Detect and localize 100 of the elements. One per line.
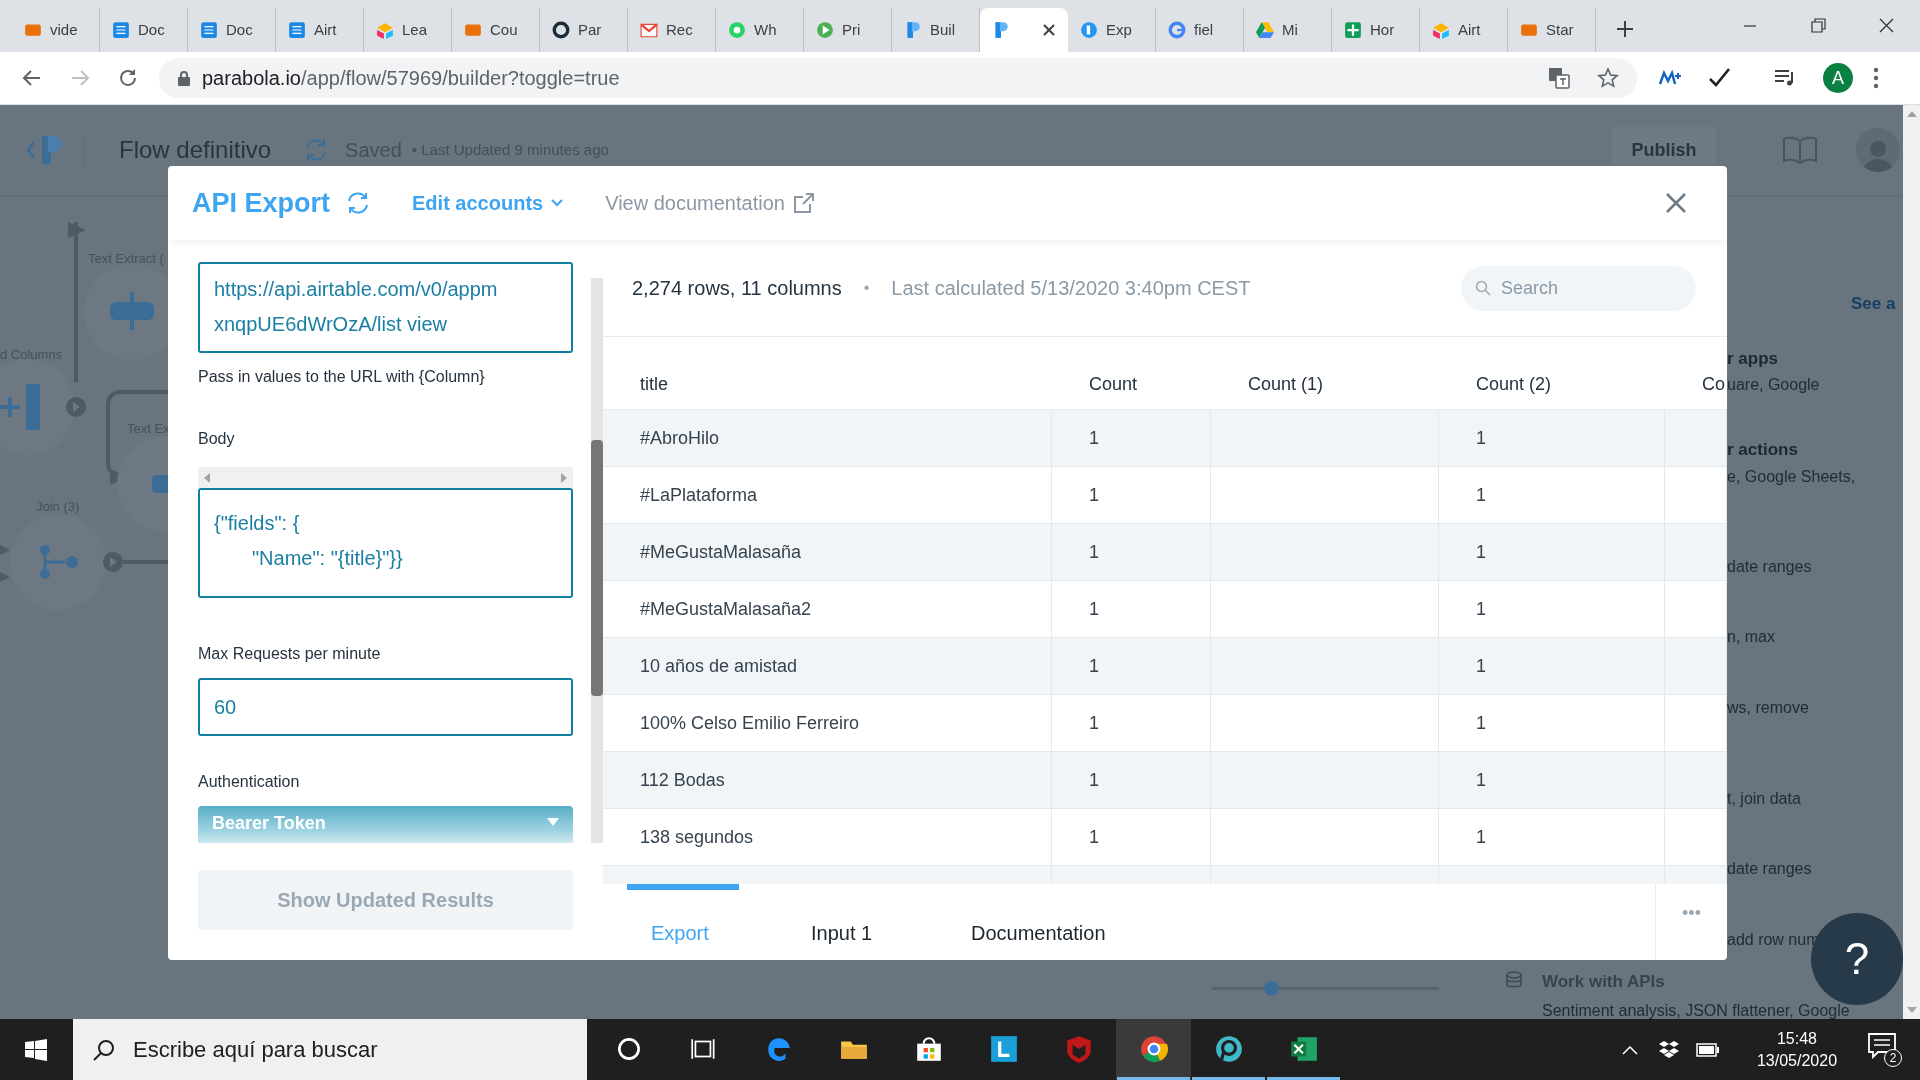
table-cell-text: 1 (1089, 540, 1099, 564)
search-field[interactable]: Search (1461, 265, 1696, 311)
table-cell-text: 112 Bodas (640, 768, 725, 792)
browser-tab[interactable] (980, 8, 1068, 52)
battery-icon[interactable] (1696, 1042, 1720, 1057)
star-icon[interactable] (1597, 67, 1619, 89)
table-cell-text: 1 (1476, 654, 1486, 678)
row-count-text: 2,274 rows, 11 columns (632, 276, 842, 301)
profile-avatar[interactable]: A (1823, 63, 1853, 93)
authentication-label: Authentication (198, 772, 301, 792)
table-cell-text: #AbroHilo (640, 426, 720, 450)
table-cell-text: 1 (1089, 426, 1099, 450)
dropbox-icon[interactable] (1658, 1039, 1680, 1060)
section-description: uare, Google (1727, 375, 1820, 395)
chevron-up-icon[interactable] (1622, 1044, 1638, 1055)
site-icon (1432, 21, 1450, 39)
site-icon (640, 21, 658, 39)
column-header[interactable]: Co (1702, 371, 1725, 398)
site-icon (1168, 21, 1186, 39)
windows-icon[interactable] (25, 1038, 47, 1061)
slider-thumb[interactable] (1264, 980, 1279, 996)
column-header[interactable]: Count (1089, 371, 1138, 398)
site-icon (728, 21, 746, 39)
translate-icon[interactable] (1548, 67, 1570, 89)
table-cell-text: 1 (1089, 768, 1099, 792)
separator-dot: • (863, 278, 870, 298)
external-link-icon (792, 192, 815, 214)
table-cell-text: #MeGustaMalasaña (640, 540, 802, 564)
spreadsheet-icon (1288, 1034, 1319, 1064)
new-tab-icon[interactable] (1616, 20, 1634, 38)
table-cell-text: 1 (1089, 597, 1099, 621)
dropdown-arrow-icon (547, 818, 559, 826)
search-icon (93, 1038, 115, 1061)
site-icon (1080, 21, 1098, 39)
menu-icon[interactable] (1873, 67, 1879, 89)
site-icon (376, 21, 394, 39)
dialog-title: API Export (192, 186, 331, 220)
url-field[interactable]: https://api.airtable.com/v0/appm xnqpUE6dWrOzA/list view (198, 262, 573, 353)
rate-label: Max Requests per minute (198, 644, 382, 664)
body-field[interactable]: {"fields": { "Name": "{title}"}} (198, 488, 573, 598)
taskbar-app[interactable] (1116, 1019, 1191, 1080)
section-description: n, max (1727, 627, 1775, 647)
table-cell-text: 1 (1476, 825, 1486, 849)
scroll-thumb[interactable] (591, 440, 603, 696)
site-icon (464, 21, 482, 39)
table-cell-text: 1 (1089, 483, 1099, 507)
table-cell-text: 1 (1476, 597, 1486, 621)
site-icon (904, 21, 922, 39)
lock-icon (177, 70, 191, 86)
site-icon (816, 21, 834, 39)
table-cell-text: 1 (1476, 768, 1486, 792)
close-icon[interactable] (1665, 192, 1687, 214)
zoom-slider[interactable] (1212, 980, 1439, 996)
chrome-icon (1138, 1034, 1169, 1064)
section-description: ws, remove (1727, 698, 1809, 718)
tab[interactable]: Input 1 (787, 884, 947, 960)
site-icon (1520, 21, 1538, 39)
site-icon (112, 21, 130, 39)
tile-icon (988, 1034, 1019, 1064)
ring-icon (1213, 1034, 1244, 1064)
url-text: parabola.io/app/flow/57969/builder?toggle=true (202, 66, 620, 91)
table-cell-text: #LaPlataforma (640, 483, 758, 507)
site-icon (552, 21, 570, 39)
site-icon (24, 21, 42, 39)
last-calculated-text: Last calculated 5/13/2020 3:40pm CEST (891, 276, 1251, 301)
rate-field[interactable]: 60 (198, 678, 573, 736)
column-header[interactable]: Count (2) (1476, 371, 1552, 398)
table-cell-text: 100% Celso Emilio Ferreiro (640, 711, 860, 735)
refresh-icon[interactable] (346, 191, 371, 215)
site-icon (288, 21, 306, 39)
section-heading: r actions (1727, 439, 1798, 461)
chevron-down-icon (551, 199, 564, 207)
extension-icon[interactable] (1659, 70, 1683, 86)
table-cell-text: 1 (1476, 426, 1486, 450)
table-cell-text: 1 (1476, 711, 1486, 735)
site-icon (992, 21, 1010, 39)
section-heading: r apps (1727, 348, 1779, 370)
table-cell-text: 138 segundos (640, 825, 754, 849)
section-description: date ranges (1727, 859, 1812, 879)
search-icon (1475, 279, 1491, 296)
close-tab-icon[interactable] (1042, 23, 1056, 37)
clock[interactable]: 15:48 13/05/2020 (1742, 1027, 1852, 1072)
flow-title: Flow definitivo (119, 135, 272, 165)
section-description: t, join data (1727, 789, 1801, 809)
section-description: e, Google Sheets, (1727, 467, 1856, 487)
column-header[interactable]: Count (1) (1248, 371, 1324, 398)
table-cell-text: #MeGustaMalasaña2 (640, 597, 812, 621)
table-cell-text: 1 (1089, 825, 1099, 849)
table-cell-text: 1 (1089, 711, 1099, 735)
table-cell-text: 1 (1089, 654, 1099, 678)
table-cell-text: 1 (1476, 540, 1486, 564)
tab[interactable]: Documentation (947, 884, 1107, 960)
address-bar[interactable]: parabola.io/app/flow/57969/builder?toggle=true (159, 58, 1637, 98)
code-icon (1505, 971, 1523, 989)
site-icon (1256, 21, 1274, 39)
section-description: date ranges (1727, 557, 1812, 577)
url-hint: Pass in values to the URL with {Column} (198, 367, 486, 387)
column-header[interactable]: title (640, 371, 668, 398)
taskbar-search-field[interactable]: Escribe aquí para buscar (73, 1019, 587, 1080)
site-icon (200, 21, 218, 39)
